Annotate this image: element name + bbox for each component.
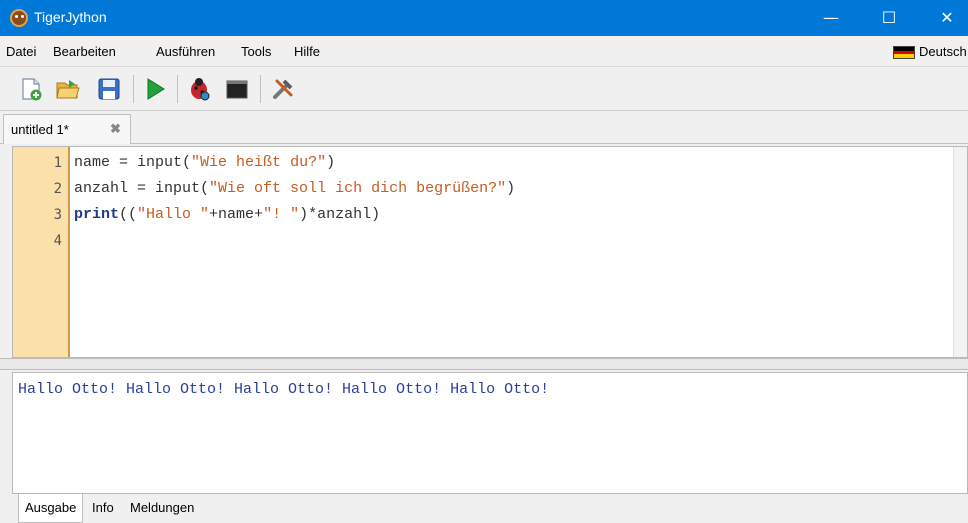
string-token: "! " (263, 206, 300, 223)
code-token: ( (182, 154, 192, 171)
string-token: "Wie heißt du?" (191, 154, 327, 171)
menu-ausfuehren[interactable]: Ausführen (156, 44, 215, 59)
line-number: 4 (53, 233, 62, 249)
editor-scrollbar[interactable] (953, 147, 967, 357)
pane-splitter[interactable] (0, 358, 968, 370)
document-tab-bar: untitled 1* ✖ (0, 111, 968, 144)
run-icon[interactable] (142, 76, 168, 102)
code-line: anzahl = input("Wie oft soll ich dich be… (74, 176, 515, 202)
console-icon[interactable] (224, 76, 250, 102)
menu-bar: Datei Bearbeiten Ausführen Tools Hilfe D… (0, 36, 968, 67)
code-token: )*anzahl) (299, 206, 381, 223)
new-file-icon[interactable] (18, 76, 44, 102)
toolbar-separator (177, 75, 178, 103)
output-console: Hallo Otto! Hallo Otto! Hallo Otto! Hall… (12, 372, 968, 494)
code-line: name = input("Wie heißt du?") (74, 150, 335, 176)
output-text: Hallo Otto! Hallo Otto! Hallo Otto! Hall… (18, 381, 550, 398)
menu-bearbeiten[interactable]: Bearbeiten (53, 44, 116, 59)
line-number: 2 (53, 181, 62, 197)
menu-tools[interactable]: Tools (241, 44, 271, 59)
german-flag-icon[interactable] (893, 46, 915, 59)
save-icon[interactable] (96, 76, 122, 102)
close-tab-icon[interactable]: ✖ (110, 121, 121, 137)
code-token: (( (119, 206, 138, 223)
toolbar (0, 67, 968, 111)
open-file-icon[interactable] (55, 76, 81, 102)
tools-icon[interactable] (270, 76, 296, 102)
debug-icon[interactable] (186, 76, 212, 102)
maximize-button[interactable]: ☐ (866, 0, 912, 36)
code-token: input (137, 154, 183, 171)
bottom-tab-bar: Ausgabe Info Meldungen (0, 494, 968, 523)
line-number: 3 (53, 207, 62, 223)
line-number: 1 (53, 155, 62, 171)
code-line: print(("Hallo "+name+"! ")*anzahl) (74, 202, 380, 228)
code-area[interactable]: name = input("Wie heißt du?") anzahl = i… (74, 147, 515, 249)
menu-hilfe[interactable]: Hilfe (294, 44, 320, 59)
code-editor[interactable]: 1 2 3 4 name = input("Wie heißt du?") an… (12, 146, 968, 358)
code-token: name = (74, 154, 138, 171)
tab-info[interactable]: Info (86, 494, 120, 523)
tab-ausgabe[interactable]: Ausgabe (18, 494, 84, 523)
language-selector[interactable]: Deutsch (919, 44, 967, 59)
toolbar-separator (133, 75, 134, 103)
tab-label: untitled 1* (11, 122, 69, 137)
string-token: "Wie oft soll ich dich begrüßen?" (209, 180, 507, 197)
code-token: ) (326, 154, 336, 171)
code-token: anzahl = (74, 180, 156, 197)
tigerjython-window: TigerJython — ☐ ✕ Datei Bearbeiten Ausfü… (0, 0, 968, 523)
menu-datei[interactable]: Datei (6, 44, 36, 59)
tab-untitled-1[interactable]: untitled 1* ✖ (3, 114, 131, 144)
code-token: input (155, 180, 201, 197)
string-token: "Hallo " (137, 206, 210, 223)
title-bar: TigerJython — ☐ ✕ (0, 0, 968, 36)
toolbar-separator (260, 75, 261, 103)
code-token: +name+ (209, 206, 264, 223)
window-title: TigerJython (34, 9, 107, 25)
line-number-gutter: 1 2 3 4 (13, 147, 70, 357)
minimize-button[interactable]: — (808, 0, 854, 36)
tab-meldungen[interactable]: Meldungen (124, 494, 200, 523)
code-token: ) (506, 180, 516, 197)
code-token: ( (200, 180, 210, 197)
tigerjython-logo-icon (10, 9, 28, 27)
close-window-button[interactable]: ✕ (924, 0, 968, 36)
keyword-token: print (74, 206, 120, 223)
